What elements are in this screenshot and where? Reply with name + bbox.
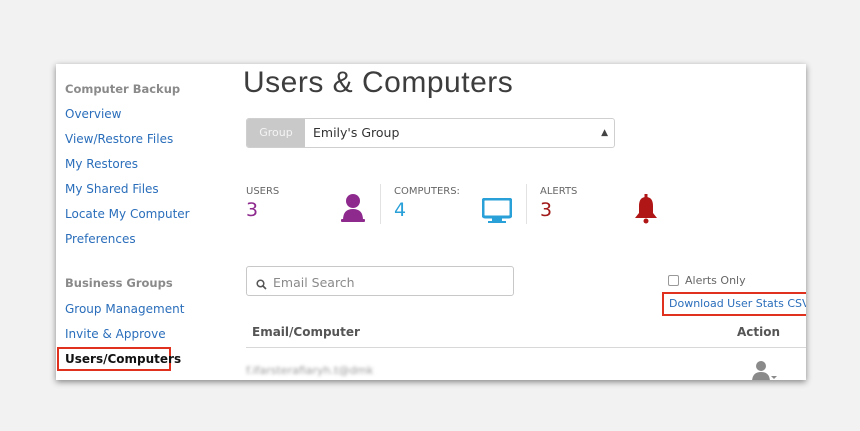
sidebar-item-overview[interactable]: Overview [65,107,122,121]
download-user-stats-csv-link[interactable]: Download User Stats CSV [662,292,806,316]
stat-alerts-value: 3 [540,199,553,221]
select-caret-icon: ▲ [601,128,608,138]
sidebar-item-preferences[interactable]: Preferences [65,232,136,246]
stat-users-label: USERS [246,186,280,197]
stat-computers-value: 4 [394,199,407,221]
sidebar-item-view-restore-files[interactable]: View/Restore Files [65,132,173,146]
stat-divider [380,184,381,224]
stat-divider [526,184,527,224]
sidebar-item-my-restores[interactable]: My Restores [65,157,138,171]
group-select[interactable]: Group Emily's Group ▲ [246,118,615,148]
group-select-label: Group [247,119,305,147]
bell-icon [634,194,658,228]
stat-computers-label: COMPUTERS: [394,186,460,197]
stat-users: USERS 3 [246,186,279,221]
alerts-only-checkbox[interactable] [668,275,679,286]
stat-users-value: 3 [246,199,259,221]
table-row-email[interactable]: f.ifarsterafiaryh.t@dmk [246,364,373,377]
user-action-menu-icon[interactable] [750,360,778,380]
stat-alerts: ALERTS 3 [540,186,577,221]
sidebar: Computer Backup Overview View/Restore Fi… [56,64,231,380]
user-icon [340,192,366,228]
sidebar-item-my-shared-files[interactable]: My Shared Files [65,182,159,196]
column-header-email: Email/Computer [252,325,360,339]
sidebar-item-locate-my-computer[interactable]: Locate My Computer [65,207,190,221]
sidebar-heading-computer-backup: Computer Backup [65,82,181,96]
monitor-icon [481,197,513,228]
app-window: Computer Backup Overview View/Restore Fi… [56,64,806,380]
sidebar-item-users-computers[interactable]: Users/Computers [57,347,181,371]
table-divider [246,347,806,348]
search-icon [256,275,267,294]
group-select-value[interactable]: Emily's Group [313,119,399,147]
search-box[interactable] [246,266,514,297]
search-input[interactable] [271,267,505,297]
sidebar-item-invite-approve[interactable]: Invite & Approve [65,327,166,341]
alerts-only-toggle[interactable]: Alerts Only [668,274,746,287]
sidebar-item-group-management[interactable]: Group Management [65,302,184,316]
column-header-action: Action [737,325,781,339]
stat-computers: COMPUTERS: 4 [394,186,460,221]
sidebar-heading-business-groups: Business Groups [65,276,173,290]
page-title: Users & Computers [243,66,514,99]
alerts-only-label: Alerts Only [685,274,746,287]
stat-alerts-label: ALERTS [540,186,578,197]
